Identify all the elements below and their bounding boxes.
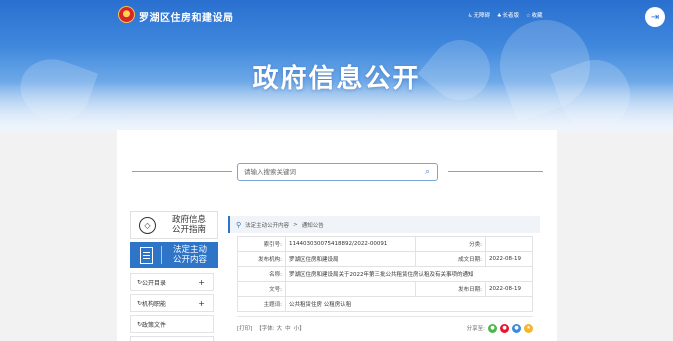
expand-icon[interactable]: + [198, 299, 205, 308]
search-divider-left [132, 171, 232, 172]
top-links: ♿无障碍 ♣长者版 ☆收藏 [468, 11, 543, 19]
print-button[interactable]: [打印] [237, 324, 252, 332]
qzone-share-icon[interactable]: ★ [524, 323, 533, 333]
sidebar-item-functions[interactable]: ↻ 机构职能 + [130, 294, 214, 312]
national-emblem-logo [118, 6, 135, 23]
font-size-label: 【字体: [256, 326, 275, 332]
publisher-value: 罗湖区住房和建设局 [285, 251, 416, 267]
breadcrumb-separator: > [293, 221, 298, 228]
favorite-link[interactable]: ☆收藏 [526, 11, 543, 19]
name-label: 名称: [237, 266, 286, 282]
breadcrumb-link[interactable]: 法定主动公开内容 [245, 221, 289, 229]
table-row: 文号: 发布日期: 2022-08-19 [237, 281, 533, 297]
guide-label: 政府信息 公开指南 [172, 215, 207, 235]
font-medium-button[interactable]: 中 [285, 324, 291, 332]
elder-mode-link[interactable]: ♣长者版 [497, 11, 519, 19]
exit-icon: ⇥ [650, 11, 660, 23]
index-value: 11440303007541889​2/2022-00091 [285, 236, 416, 252]
font-large-button[interactable]: 大 [277, 324, 283, 332]
created-date-label: 成文日期: [415, 251, 486, 267]
table-row: 主题词: 公共租赁住房 公租房认租 [237, 296, 533, 312]
active-nav-label: 法定主动 公开内容 [173, 245, 208, 265]
created-date-value: 2022-08-19 [485, 251, 533, 267]
table-row: 索引号: 11440303007541889​2/2022-00091 分类: [237, 236, 533, 252]
sidebar-item-statutory-disclosure[interactable]: 法定主动 公开内容 [130, 242, 218, 268]
elder-icon: ♣ [497, 13, 502, 19]
sidebar-item-label: 政策文件 [142, 321, 167, 329]
publisher-label: 发布机构: [237, 251, 286, 267]
accessibility-link[interactable]: ♿无障碍 [468, 11, 490, 19]
document-info-table: 索引号: 11440303007541889​2/2022-00091 分类: … [237, 236, 533, 312]
wechat-share-icon[interactable]: ● [488, 323, 497, 333]
sidebar-item-label: 机构职能 [142, 300, 167, 308]
qq-share-icon[interactable]: ● [512, 323, 521, 333]
index-label: 索引号: [237, 236, 286, 252]
category-value [485, 236, 533, 252]
search-box: ⌕ [237, 163, 438, 181]
compass-icon: ◇ [139, 216, 156, 234]
location-pin-icon: ⚲ [236, 220, 242, 229]
sidebar-item-label: 公开目录 [142, 279, 167, 287]
sidebar-item-more[interactable] [130, 336, 214, 341]
site-name[interactable]: 罗湖区住房和建设局 [139, 9, 234, 24]
doc-number-label: 文号: [237, 281, 286, 297]
share-group: 分享至: ● ● ● ★ [466, 323, 533, 333]
sidebar-item-disclosure-guide[interactable]: ◇ 政府信息 公开指南 [130, 211, 218, 239]
table-row: 发布机构: 罗湖区住房和建设局 成文日期: 2022-08-19 [237, 251, 533, 267]
subject-label: 主题词: [237, 296, 286, 312]
search-icon[interactable]: ⌕ [425, 167, 430, 177]
publish-date-value: 2022-08-19 [485, 281, 533, 297]
divider [237, 316, 533, 317]
table-row: 名称: 罗湖区住房和建设局关于2022年第三批公共租赁住房认租及有关事项的通知 [237, 266, 533, 282]
document-icon [140, 246, 153, 264]
accessibility-icon: ♿ [468, 13, 473, 19]
sidebar-item-policy-docs[interactable]: ↻ 政策文件 [130, 315, 214, 333]
star-icon: ☆ [526, 13, 531, 19]
page-title: 政府信息公开 [252, 64, 421, 94]
breadcrumb-current[interactable]: 通知公告 [302, 221, 324, 229]
expand-icon[interactable]: + [198, 278, 205, 287]
nav-separator [161, 246, 162, 264]
search-divider-right [448, 171, 543, 172]
share-label: 分享至: [466, 326, 485, 332]
publish-date-label: 发布日期: [415, 281, 486, 297]
category-label: 分类: [415, 236, 486, 252]
subject-value: 公共租赁住房 公租房认租 [285, 296, 533, 312]
sidebar-item-catalog[interactable]: ↻ 公开目录 + [130, 273, 214, 291]
name-value: 罗湖区住房和建设局关于2022年第三批公共租赁住房认租及有关事项的通知 [285, 266, 533, 282]
breadcrumb: ⚲ 法定主动公开内容 > 通知公告 [228, 216, 540, 233]
exit-button[interactable]: ⇥ [645, 7, 665, 27]
doc-number-value [285, 281, 416, 297]
weibo-share-icon[interactable]: ● [500, 323, 509, 333]
font-small-button[interactable]: 小】 [294, 324, 305, 332]
article-toolbar: [打印] 【字体: 大 中 小】 分享至: ● ● ● ★ [237, 320, 533, 336]
search-input[interactable] [238, 164, 408, 180]
